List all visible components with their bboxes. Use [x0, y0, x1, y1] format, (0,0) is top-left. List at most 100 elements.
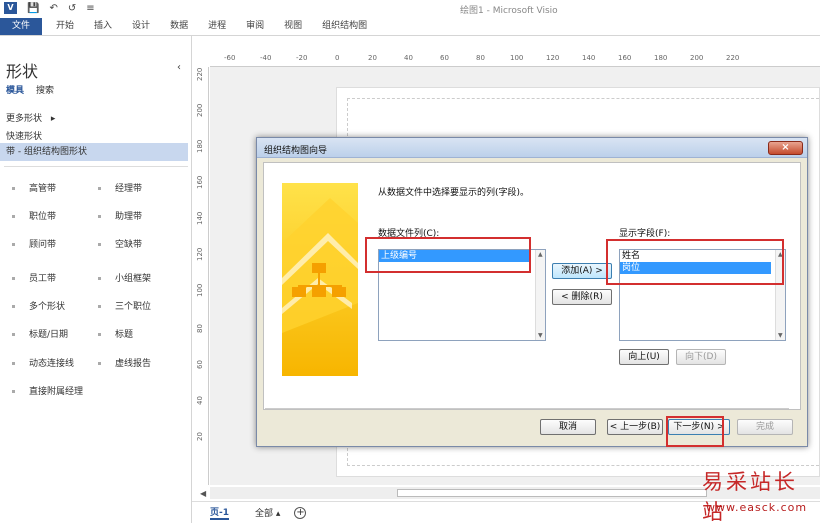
- shape-staff-belt[interactable]: 员工带: [12, 271, 56, 284]
- shape-position-belt[interactable]: 职位带: [12, 209, 56, 222]
- customize-icon[interactable]: ≡: [86, 3, 94, 14]
- ruler-tick: 20: [368, 54, 377, 62]
- redo-icon[interactable]: ↺: [68, 3, 76, 14]
- ruler-tick: 120: [196, 247, 204, 261]
- add-page-button[interactable]: +: [294, 506, 307, 519]
- ruler-tick: -40: [260, 54, 272, 62]
- shape-thumbnail: [12, 215, 15, 218]
- ruler-tick: 220: [726, 54, 740, 62]
- ruler-tick: 40: [404, 54, 413, 62]
- ribbon-tabs: 文件 开始 插入 设计 数据 进程 审阅 视图 组织结构图: [0, 18, 820, 36]
- shape-label: 三个职位: [115, 302, 152, 312]
- shape-direct-report-manager[interactable]: 直接附属经理: [12, 384, 83, 397]
- shape-thumbnail: [12, 243, 15, 246]
- subtab-search[interactable]: 搜索: [36, 83, 54, 96]
- ruler-tick: 60: [440, 54, 449, 62]
- shape-label: 空缺带: [115, 240, 143, 250]
- highlight-box: [365, 237, 531, 273]
- tab-process[interactable]: 进程: [198, 18, 236, 35]
- add-button[interactable]: 添加(A) >: [552, 263, 612, 279]
- finish-button[interactable]: 完成: [737, 419, 793, 435]
- quick-shapes-link[interactable]: 快速形状: [6, 129, 42, 142]
- shape-vacancy-belt[interactable]: 空缺带: [98, 237, 142, 250]
- shape-thumbnail: [12, 362, 15, 365]
- ruler-tick: 160: [618, 54, 632, 62]
- divider: [265, 408, 789, 409]
- ruler-tick: 140: [582, 54, 596, 62]
- shape-team-frame[interactable]: 小组框架: [98, 271, 151, 284]
- shape-label: 顾问带: [29, 240, 57, 250]
- ruler-tick: 100: [510, 54, 524, 62]
- shape-consultant-belt[interactable]: 顾问带: [12, 237, 56, 250]
- wizard-instruction: 从数据文件中选择要显示的列(字段)。: [378, 188, 530, 198]
- ruler-tick: -20: [296, 54, 308, 62]
- ruler-tick: 0: [335, 54, 340, 62]
- ruler-tick: 40: [196, 396, 204, 405]
- listbox-scrollbar[interactable]: ▲ ▼: [535, 250, 545, 340]
- shape-label: 多个形状: [29, 302, 66, 312]
- collapse-pane-icon[interactable]: ‹: [177, 62, 181, 73]
- more-shapes-link[interactable]: 更多形状 ▸: [6, 111, 55, 124]
- ruler-tick: 220: [196, 67, 204, 81]
- shape-label: 标题: [115, 330, 134, 340]
- shape-title[interactable]: 标题: [98, 327, 133, 340]
- scroll-down-icon[interactable]: ▼: [778, 332, 783, 339]
- shape-dynamic-connector[interactable]: 动态连接线: [12, 356, 74, 369]
- ruler-tick: -60: [224, 54, 236, 62]
- shape-assistant-belt[interactable]: 助理带: [98, 209, 142, 222]
- move-down-button[interactable]: 向下(D): [676, 349, 726, 365]
- scroll-left-icon[interactable]: ◀: [200, 489, 206, 498]
- shape-executive-belt[interactable]: 高管带: [12, 181, 56, 194]
- remove-button[interactable]: < 删除(R): [552, 289, 612, 305]
- shape-dotted-line-report[interactable]: 虚线报告: [98, 356, 151, 369]
- shape-label: 直接附属经理: [29, 387, 84, 397]
- tab-design[interactable]: 设计: [122, 18, 160, 35]
- scroll-up-icon[interactable]: ▲: [538, 251, 543, 258]
- shape-label: 动态连接线: [29, 359, 75, 369]
- tab-home[interactable]: 开始: [46, 18, 84, 35]
- cancel-button[interactable]: 取消: [540, 419, 596, 435]
- page-tab[interactable]: 页-1: [210, 505, 229, 520]
- shape-title-date[interactable]: 标题/日期: [12, 327, 68, 340]
- tab-org-chart[interactable]: 组织结构图: [312, 18, 377, 35]
- shape-manager-belt[interactable]: 经理带: [98, 181, 142, 194]
- vertical-ruler: 220 200 180 160 140 120 100 80 60 40 20: [195, 67, 209, 485]
- tab-review[interactable]: 审阅: [236, 18, 274, 35]
- shape-label: 经理带: [115, 184, 143, 194]
- wizard-illustration: [282, 183, 358, 376]
- close-button[interactable]: ×: [768, 141, 803, 155]
- scrollbar-thumb[interactable]: [397, 489, 707, 497]
- shape-multiple-shapes[interactable]: 多个形状: [12, 299, 65, 312]
- subtab-stencils[interactable]: 模具: [6, 83, 24, 96]
- shapes-pane: 形状 ‹ 模具 搜索 更多形状 ▸ 快速形状 带 - 组织结构图形状 高管带 经…: [0, 36, 192, 523]
- shape-thumbnail: [12, 277, 15, 280]
- shapes-subtabs: 模具 搜索: [6, 83, 54, 96]
- horizontal-ruler: -60 -40 -20 0 20 40 60 80 100 120 140 16…: [210, 51, 820, 67]
- undo-icon[interactable]: ↶: [49, 3, 57, 14]
- shape-thumbnail: [12, 390, 15, 393]
- dialog-titlebar[interactable]: 组织结构图向导 ×: [257, 138, 807, 158]
- back-button[interactable]: < 上一步(B): [607, 419, 663, 435]
- shape-thumbnail: [98, 215, 101, 218]
- ruler-tick: 120: [546, 54, 560, 62]
- shape-three-positions[interactable]: 三个职位: [98, 299, 151, 312]
- dialog-title: 组织结构图向导: [264, 146, 328, 156]
- move-up-button[interactable]: 向上(U): [619, 349, 669, 365]
- ruler-tick: 180: [196, 139, 204, 153]
- tab-insert[interactable]: 插入: [84, 18, 122, 35]
- shape-label: 标题/日期: [29, 330, 69, 340]
- tab-view[interactable]: 视图: [274, 18, 312, 35]
- ruler-tick: 80: [476, 54, 485, 62]
- ruler-tick: 20: [196, 432, 204, 441]
- more-shapes-label: 更多形状: [6, 114, 43, 124]
- active-stencil[interactable]: 带 - 组织结构图形状: [0, 143, 188, 161]
- all-pages-button[interactable]: 全部 ▴: [255, 506, 280, 519]
- save-icon[interactable]: 💾: [27, 3, 39, 14]
- tab-file[interactable]: 文件: [0, 18, 43, 35]
- tab-data[interactable]: 数据: [160, 18, 198, 35]
- shape-thumbnail: [98, 243, 101, 246]
- shape-label: 虚线报告: [115, 359, 152, 369]
- display-fields-label: 显示字段(F):: [619, 229, 671, 239]
- scroll-down-icon[interactable]: ▼: [538, 332, 543, 339]
- watermark-url: www.easck.com: [706, 501, 808, 514]
